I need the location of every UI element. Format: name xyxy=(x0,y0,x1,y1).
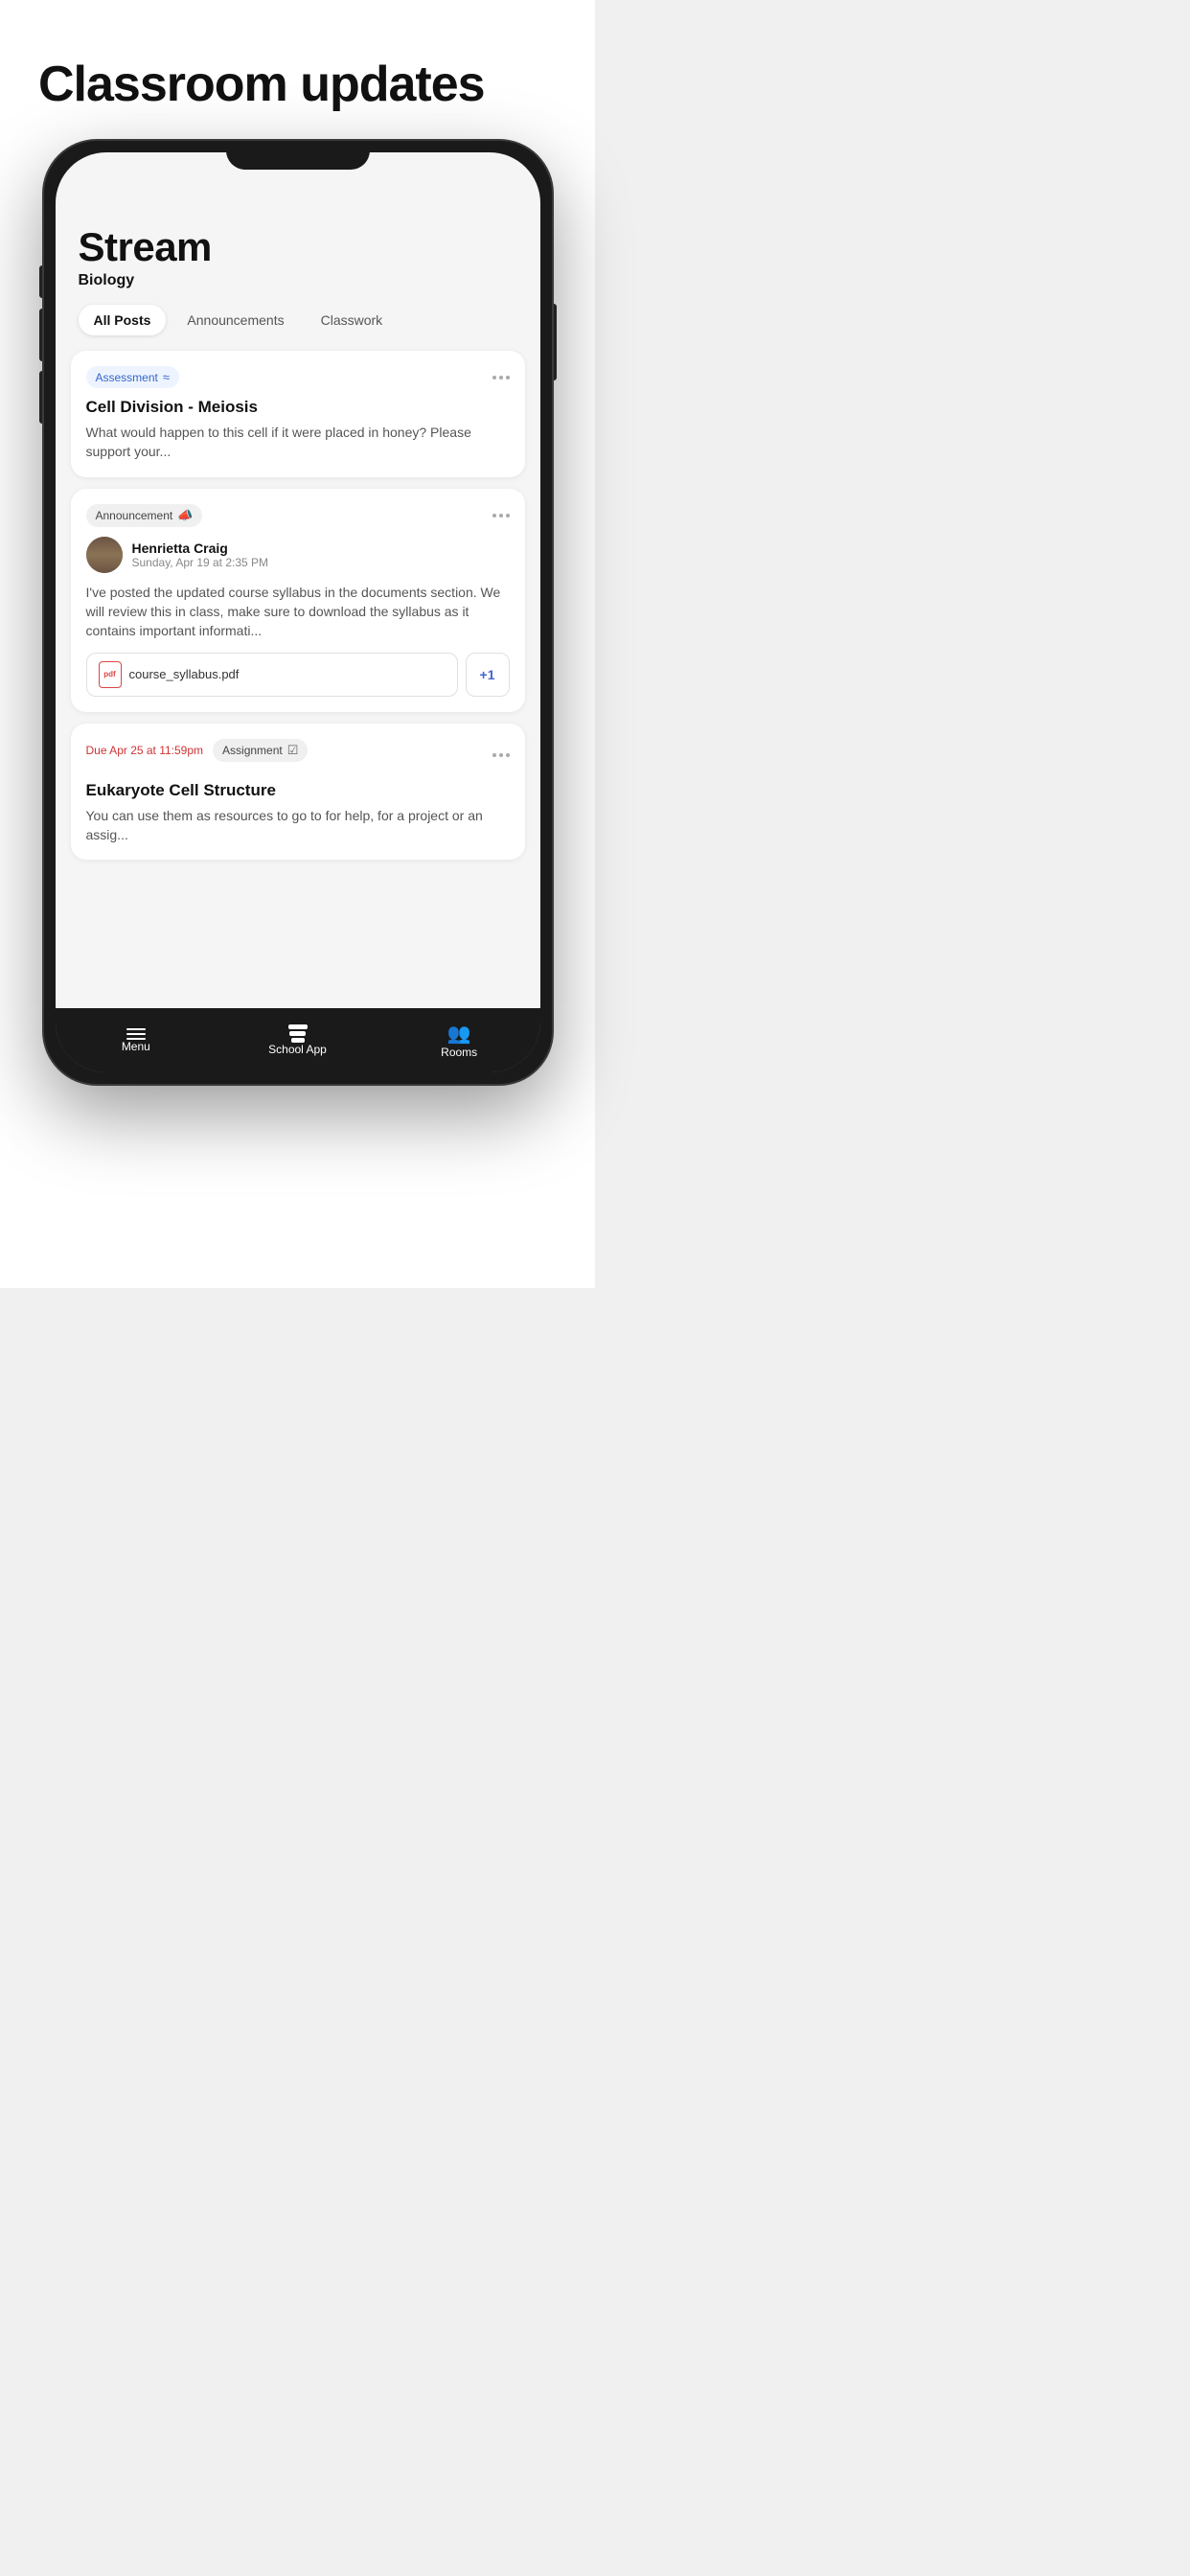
tag-assessment: Assessment ≈ xyxy=(86,366,180,388)
screen-inner: Stream Biology All Posts Announcements C… xyxy=(56,152,540,1072)
author-date: Sunday, Apr 19 at 2:35 PM xyxy=(132,556,269,569)
card-assessment[interactable]: Assessment ≈ Cell Division - Meiosis xyxy=(71,351,525,477)
menu-icon xyxy=(126,1028,146,1040)
cards-area: Assessment ≈ Cell Division - Meiosis xyxy=(56,351,540,1008)
avatar-image xyxy=(86,537,123,573)
tabs-row: All Posts Announcements Classwork xyxy=(56,305,540,351)
card-body-1: What would happen to this cell if it wer… xyxy=(86,423,510,462)
more-menu-btn-3[interactable] xyxy=(492,753,510,757)
stream-subtitle: Biology xyxy=(79,272,517,289)
pdf-icon: pdf xyxy=(99,661,122,688)
more-menu-btn-2[interactable] xyxy=(492,514,510,518)
card-title-1: Cell Division - Meiosis xyxy=(86,398,510,417)
page-title-section: Classroom updates xyxy=(0,0,595,141)
due-label: Due Apr 25 at 11:59pm xyxy=(86,744,204,757)
bottom-nav-area: Menu School App xyxy=(56,1008,540,1072)
side-button-power xyxy=(552,304,557,380)
bottom-nav: Menu School App xyxy=(56,1008,540,1072)
card-body-3: You can use them as resources to go to f… xyxy=(86,806,510,845)
nav-rooms-label: Rooms xyxy=(441,1046,477,1059)
author-name: Henrietta Craig xyxy=(132,540,269,556)
nav-school-app[interactable]: School App xyxy=(217,1008,378,1072)
nav-menu[interactable]: Menu xyxy=(56,1008,217,1072)
card-title-3: Eukaryote Cell Structure xyxy=(86,781,510,800)
tag-assignment: Assignment ☑ xyxy=(213,739,308,762)
side-button-vol-down xyxy=(39,371,44,424)
extra-files-btn[interactable]: +1 xyxy=(466,653,510,697)
card-assignment[interactable]: Due Apr 25 at 11:59pm Assignment ☑ xyxy=(71,724,525,861)
nav-school-app-label: School App xyxy=(268,1043,327,1056)
file-name: course_syllabus.pdf xyxy=(129,667,240,681)
nav-rooms[interactable]: 👥 Rooms xyxy=(378,1008,540,1072)
stream-header: Stream Biology xyxy=(56,205,540,305)
attachment-row: pdf course_syllabus.pdf +1 xyxy=(86,653,510,697)
more-menu-btn-1[interactable] xyxy=(492,376,510,380)
card-announcement[interactable]: Announcement 📣 xyxy=(71,489,525,712)
assessment-icon: ≈ xyxy=(163,370,170,384)
page-title: Classroom updates xyxy=(38,58,557,112)
stream-title: Stream xyxy=(79,224,517,270)
tab-classwork[interactable]: Classwork xyxy=(306,305,399,335)
page-wrapper: Classroom updates Stream Biology xyxy=(0,0,595,1288)
file-attachment[interactable]: pdf course_syllabus.pdf xyxy=(86,653,458,697)
side-button-silent xyxy=(39,265,44,298)
card-header-row-1: Assessment ≈ xyxy=(86,366,510,388)
rooms-icon: 👥 xyxy=(447,1022,471,1046)
tag-announcement: Announcement 📣 xyxy=(86,504,203,527)
assignment-icon: ☑ xyxy=(287,743,299,758)
phone-screen: Stream Biology All Posts Announcements C… xyxy=(56,152,540,1072)
tab-announcements[interactable]: Announcements xyxy=(172,305,299,335)
card-header-row-2: Announcement 📣 xyxy=(86,504,510,527)
avatar xyxy=(86,537,123,573)
phone-container: Stream Biology All Posts Announcements C… xyxy=(44,141,552,1084)
due-row: Due Apr 25 at 11:59pm Assignment ☑ xyxy=(86,739,309,762)
author-info: Henrietta Craig Sunday, Apr 19 at 2:35 P… xyxy=(132,540,269,569)
school-app-icon xyxy=(288,1024,308,1043)
phone-notch xyxy=(226,141,370,170)
author-row: Henrietta Craig Sunday, Apr 19 at 2:35 P… xyxy=(86,537,510,573)
side-button-vol-up xyxy=(39,309,44,361)
tab-all-posts[interactable]: All Posts xyxy=(79,305,167,335)
phone-frame: Stream Biology All Posts Announcements C… xyxy=(44,141,552,1084)
nav-menu-label: Menu xyxy=(122,1040,150,1053)
card-body-2: I've posted the updated course syllabus … xyxy=(86,583,510,641)
card-header-row-3: Due Apr 25 at 11:59pm Assignment ☑ xyxy=(86,739,510,771)
announcement-icon: 📣 xyxy=(177,508,193,523)
